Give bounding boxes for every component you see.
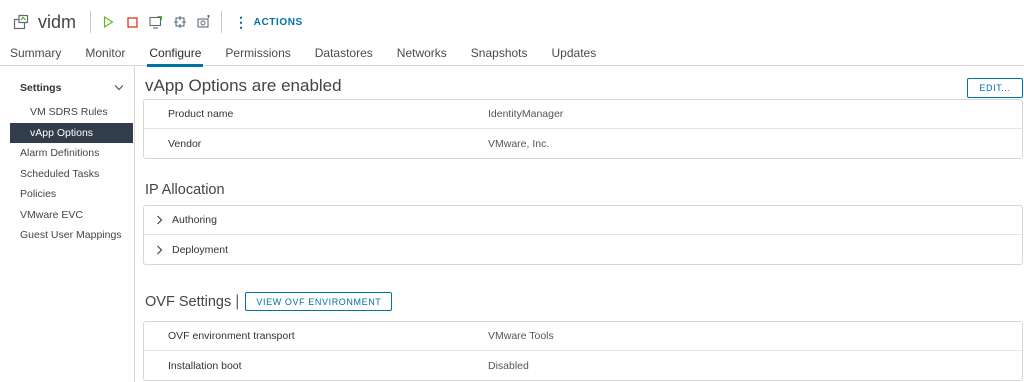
tab-snapshots[interactable]: Snapshots [459, 44, 540, 66]
ovf-settings-title: OVF Settings [145, 293, 232, 310]
tab-datastores[interactable]: Datastores [303, 44, 385, 66]
header-divider-2 [221, 11, 223, 33]
view-ovf-environment-button[interactable]: VIEW OVF ENVIRONMENT [245, 292, 393, 311]
object-header: vidm ⋮ ACTIONS [0, 0, 1024, 44]
table-row: OVF environment transport VMware Tools [144, 322, 1022, 351]
tab-updates[interactable]: Updates [540, 44, 609, 66]
sidebar-item-vm-sdrs-rules[interactable]: VM SDRS Rules [0, 102, 134, 123]
header-divider [90, 11, 92, 33]
vertical-dots-icon: ⋮ [234, 14, 249, 30]
power-off-icon[interactable] [125, 15, 139, 29]
expander-authoring[interactable]: Authoring [144, 206, 1022, 235]
sidebar-item-policies[interactable]: Policies [0, 184, 134, 205]
actions-label: ACTIONS [253, 16, 303, 28]
ovf-settings-header: OVF Settings | VIEW OVF ENVIRONMENT [145, 292, 393, 311]
snapshot-icon[interactable] [197, 15, 211, 29]
expander-label: Deployment [172, 243, 229, 256]
row-value: VMware Tools [488, 330, 554, 342]
expander-deployment[interactable]: Deployment [144, 235, 1022, 264]
sidebar-item-alarm-definitions[interactable]: Alarm Definitions [0, 143, 134, 164]
tab-configure[interactable]: Configure [137, 44, 213, 67]
vm-title: vidm [38, 11, 77, 32]
sidebar-item-guest-user-mappings[interactable]: Guest User Mappings [0, 225, 134, 246]
tab-bar: Summary Monitor Configure Permissions Da… [0, 44, 1024, 67]
tab-permissions[interactable]: Permissions [213, 44, 302, 66]
tab-summary[interactable]: Summary [0, 44, 73, 66]
expander-label: Authoring [172, 214, 217, 226]
chevron-right-icon [156, 215, 166, 225]
title-divider: | [235, 292, 240, 310]
power-on-icon[interactable] [101, 15, 115, 29]
sidebar-group-label: Settings [20, 82, 62, 94]
row-key: Product name [168, 108, 234, 120]
console-icon[interactable] [149, 15, 163, 29]
sidebar-item-vapp-options[interactable]: vApp Options [10, 122, 133, 143]
page-title: vApp Options are enabled [145, 76, 342, 95]
chevron-right-icon [156, 245, 166, 255]
row-key: Installation boot [168, 359, 242, 372]
edit-button[interactable]: EDIT... [967, 78, 1023, 98]
migrate-icon[interactable] [173, 15, 187, 29]
sidebar-item-vmware-evc[interactable]: VMware EVC [0, 205, 134, 226]
row-value: VMware, Inc. [488, 137, 550, 150]
vm-icon [12, 13, 30, 31]
configure-sidebar: Settings VM SDRS Rules vApp Options Alar… [0, 66, 135, 382]
table-row: Installation boot Disabled [144, 351, 1022, 380]
row-key: Vendor [168, 137, 202, 150]
row-value: Disabled [488, 359, 529, 372]
table-row: Vendor VMware, Inc. [144, 129, 1022, 158]
row-value: IdentityManager [488, 108, 564, 120]
sidebar-group-settings[interactable]: Settings [0, 78, 134, 98]
chevron-down-icon [114, 82, 124, 94]
sidebar-item-scheduled-tasks[interactable]: Scheduled Tasks [0, 164, 134, 185]
table-row: Product name IdentityManager [144, 100, 1022, 129]
ip-allocation-panel: Authoring Deployment [143, 205, 1023, 265]
product-panel: Product name IdentityManager Vendor VMwa… [143, 99, 1023, 159]
row-key: OVF environment transport [168, 330, 295, 342]
ovf-settings-panel: OVF environment transport VMware Tools I… [143, 321, 1023, 381]
tab-networks[interactable]: Networks [385, 44, 459, 66]
tab-monitor[interactable]: Monitor [73, 44, 137, 66]
ip-allocation-title: IP Allocation [145, 182, 225, 198]
actions-menu[interactable]: ⋮ ACTIONS [234, 14, 303, 30]
